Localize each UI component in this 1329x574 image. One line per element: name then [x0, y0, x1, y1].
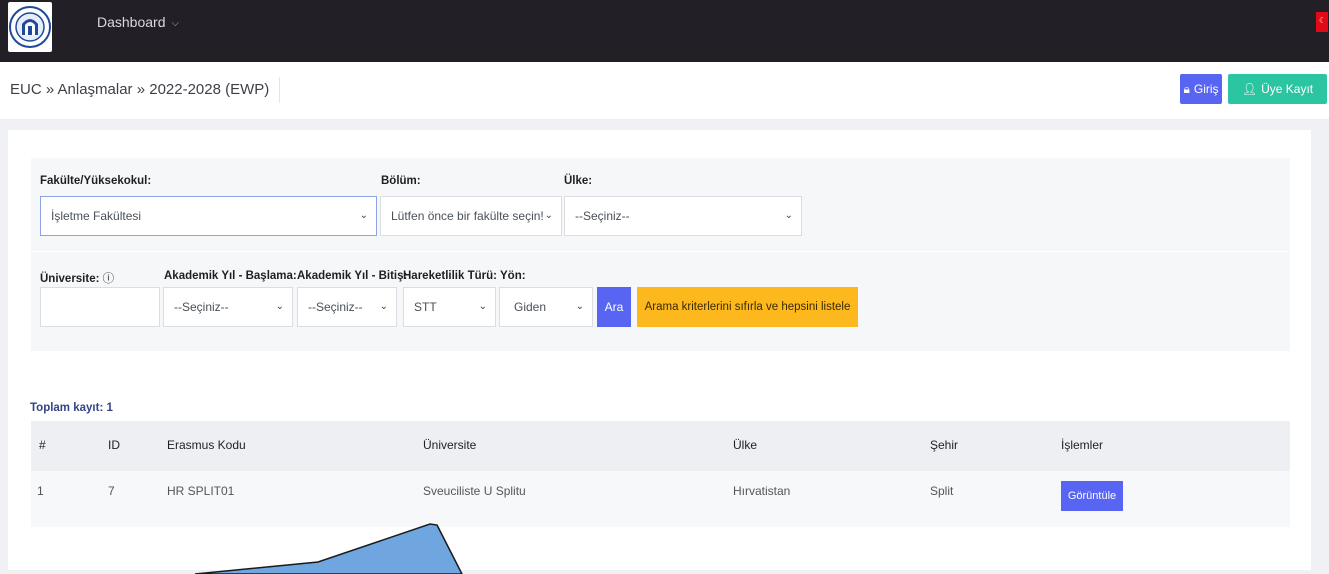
chevron-down-icon: ⌵ [171, 17, 180, 29]
top-navbar: Dashboard ⌵ ☾ [0, 0, 1329, 62]
faculty-select-value: İşletme Fakültesi [51, 209, 142, 223]
country-label: Ülke: [564, 175, 593, 187]
row-city: Split [930, 484, 954, 498]
dashboard-menu[interactable]: Dashboard ⌵ [97, 14, 179, 30]
university-label: Üniversite: ⓘ [40, 270, 114, 286]
search-button[interactable]: Ara [597, 287, 631, 327]
university-input[interactable] [40, 287, 160, 327]
column-header-city: Şehir [930, 438, 959, 452]
total-records: Toplam kayıt: 1 [30, 402, 113, 414]
direction-label: Yön: [500, 270, 526, 282]
reset-filters-button[interactable]: Arama kriterlerini sıfırla ve hepsini li… [637, 287, 858, 327]
row-id: 7 [108, 484, 115, 498]
university-seal-icon [9, 6, 51, 48]
turkey-flag-icon[interactable]: ☾ [1316, 12, 1328, 32]
year-start-select-value: --Seçiniz-- [174, 300, 229, 314]
mobility-type-select-value: STT [414, 300, 437, 314]
row-erasmus-code: HR SPLIT01 [167, 484, 235, 498]
table-header: # ID Erasmus Kodu Üniversite Ülke Şehir … [31, 421, 1290, 471]
chevron-down-icon: ⌄ [478, 301, 487, 312]
faculty-select[interactable]: İşletme Fakültesi ⌄ [40, 196, 377, 236]
direction-select[interactable]: Giden ⌄ [499, 287, 593, 327]
year-end-select[interactable]: --Seçiniz-- ⌄ [297, 287, 397, 327]
row-number: 1 [37, 484, 44, 498]
filter-divider [31, 251, 1290, 252]
year-start-label: Akademik Yıl - Başlama: [164, 270, 297, 282]
view-button[interactable]: Görüntüle [1061, 481, 1123, 511]
login-button[interactable]: 🔒︎ Giriş [1180, 74, 1222, 104]
year-end-label: Akademik Yıl - Bitiş: [297, 270, 408, 282]
login-button-label: Giriş [1193, 82, 1219, 96]
breadcrumb: EUC » Anlaşmalar » 2022-2028 (EWP) [10, 77, 281, 103]
country-select-value: --Seçiniz-- [575, 209, 630, 223]
department-label: Bölüm: [381, 175, 421, 187]
dashboard-menu-label: Dashboard [97, 14, 166, 30]
column-header-university: Üniversite [423, 438, 477, 452]
column-header-number: # [39, 438, 46, 452]
chevron-down-icon: ⌄ [359, 210, 368, 221]
chevron-down-icon: ⌄ [379, 301, 388, 312]
column-header-id: ID [108, 438, 120, 452]
table-row: 1 7 HR SPLIT01 Sveuciliste U Splitu Hırv… [31, 471, 1290, 527]
department-select-value: Lütfen önce bir fakülte seçin! [391, 209, 544, 223]
row-university: Sveuciliste U Splitu [423, 484, 526, 498]
user-icon: 👤︎ [1241, 82, 1258, 96]
chevron-down-icon: ⌄ [275, 301, 284, 312]
university-logo[interactable] [8, 2, 52, 52]
country-select[interactable]: --Seçiniz-- ⌄ [564, 196, 802, 236]
register-button[interactable]: 👤︎ Üye Kayıt [1228, 74, 1327, 104]
row-country: Hırvatistan [733, 484, 791, 498]
faculty-label: Fakülte/Yüksekokul: [40, 175, 152, 187]
lock-icon: 🔒︎ [1183, 81, 1190, 96]
column-header-country: Ülke [733, 438, 758, 452]
university-label-text: Üniversite: [40, 273, 100, 285]
column-header-erasmus-code: Erasmus Kodu [167, 438, 246, 452]
department-select[interactable]: Lütfen önce bir fakülte seçin! ⌄ [380, 196, 562, 236]
chevron-down-icon: ⌄ [784, 210, 793, 221]
column-header-actions: İşlemler [1061, 438, 1104, 452]
info-icon[interactable]: ⓘ [103, 273, 115, 285]
year-end-select-value: --Seçiniz-- [308, 300, 363, 314]
year-start-select[interactable]: --Seçiniz-- ⌄ [163, 287, 293, 327]
chevron-down-icon: ⌄ [544, 210, 553, 221]
mobility-type-label: Hareketlilik Türü: [403, 270, 497, 282]
page-header: EUC » Anlaşmalar » 2022-2028 (EWP) 🔒︎ Gi… [0, 62, 1329, 120]
register-button-label: Üye Kayıt [1261, 82, 1314, 96]
mobility-type-select[interactable]: STT ⌄ [403, 287, 496, 327]
direction-select-value: Giden [514, 300, 547, 314]
chevron-down-icon: ⌄ [575, 301, 584, 312]
